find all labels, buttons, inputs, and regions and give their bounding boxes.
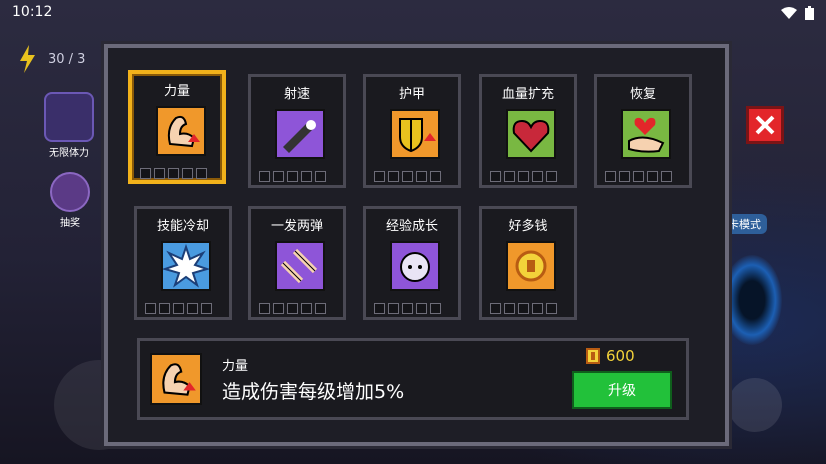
close-button[interactable] bbox=[746, 106, 784, 144]
heart-expand-icon bbox=[506, 109, 556, 159]
cooldown-spike-icon bbox=[161, 241, 211, 291]
skill-name: 一发两弹 bbox=[270, 219, 323, 234]
double-bullet-icon bbox=[275, 241, 325, 291]
energy-counter: 30 / 3 bbox=[18, 45, 85, 73]
skill-name: 经验成长 bbox=[385, 219, 438, 234]
skill-name: 血量扩充 bbox=[501, 87, 554, 102]
level-pips bbox=[374, 303, 441, 314]
cost-value: 600 bbox=[606, 347, 635, 365]
detail-description: 造成伤害每级增加5% bbox=[222, 381, 405, 403]
lottery-icon bbox=[50, 172, 90, 212]
skill-name: 护甲 bbox=[398, 87, 425, 102]
bullet-speed-icon bbox=[275, 109, 325, 159]
skill-button[interactable] bbox=[728, 378, 782, 432]
level-pips bbox=[605, 171, 672, 182]
infinite-energy-button[interactable]: 无限体力 bbox=[44, 92, 94, 159]
portal bbox=[722, 255, 782, 345]
strength-arm-icon bbox=[156, 106, 206, 156]
level-pips bbox=[259, 303, 326, 314]
energy-video-icon bbox=[44, 92, 94, 142]
level-pips bbox=[490, 303, 557, 314]
level-pips bbox=[374, 171, 441, 182]
skill-card-armor[interactable]: 护甲 bbox=[363, 74, 461, 188]
skill-card-fire-rate[interactable]: 射速 bbox=[248, 74, 346, 188]
energy-text: 30 / 3 bbox=[48, 51, 86, 67]
skill-detail-panel: 力量 造成伤害每级增加5% 600 升级 bbox=[137, 338, 689, 420]
level-pips bbox=[259, 171, 326, 182]
strength-arm-icon bbox=[150, 353, 202, 405]
close-icon bbox=[755, 115, 775, 135]
gold-coin-icon bbox=[586, 348, 600, 364]
lots-of-money-icon bbox=[506, 241, 556, 291]
lottery-button[interactable]: 抽奖 bbox=[50, 172, 90, 229]
level-pips bbox=[490, 171, 557, 182]
armor-shield-icon bbox=[390, 109, 440, 159]
skill-card-exp-growth[interactable]: 经验成长 bbox=[363, 206, 461, 320]
exp-growth-icon bbox=[390, 241, 440, 291]
wifi-icon bbox=[781, 7, 797, 19]
skill-card-recovery[interactable]: 恢复 bbox=[594, 74, 692, 188]
detail-skill-name: 力量 bbox=[222, 359, 249, 374]
skill-name: 好多钱 bbox=[508, 219, 548, 234]
skill-card-hp-expand[interactable]: 血量扩充 bbox=[479, 74, 577, 188]
level-pips bbox=[140, 168, 207, 179]
skill-card-double-shot[interactable]: 一发两弹 bbox=[248, 206, 346, 320]
upgrade-cost: 600 bbox=[586, 347, 635, 365]
skill-grid: 力量 射速 护甲 血量扩充 恢复 技能冷却 一发两弹 经验成长 好多钱 bbox=[128, 66, 711, 328]
status-icons bbox=[781, 6, 814, 20]
heal-hand-heart-icon bbox=[621, 109, 671, 159]
skill-card-cooldown[interactable]: 技能冷却 bbox=[134, 206, 232, 320]
lightning-icon bbox=[20, 45, 35, 73]
skill-name: 恢复 bbox=[629, 87, 656, 102]
skill-card-money[interactable]: 好多钱 bbox=[479, 206, 577, 320]
skill-name: 技能冷却 bbox=[156, 219, 209, 234]
skill-name: 射速 bbox=[283, 87, 310, 102]
infinite-energy-label: 无限体力 bbox=[49, 148, 89, 159]
level-pips bbox=[145, 303, 212, 314]
skill-card-strength[interactable]: 力量 bbox=[128, 70, 226, 184]
upgrade-button[interactable]: 升级 bbox=[572, 371, 672, 409]
status-time: 10:12 bbox=[12, 4, 53, 20]
status-bar: 10:12 bbox=[0, 0, 826, 26]
skill-name: 力量 bbox=[163, 84, 190, 99]
battery-icon bbox=[805, 6, 814, 20]
lottery-label: 抽奖 bbox=[60, 218, 80, 229]
